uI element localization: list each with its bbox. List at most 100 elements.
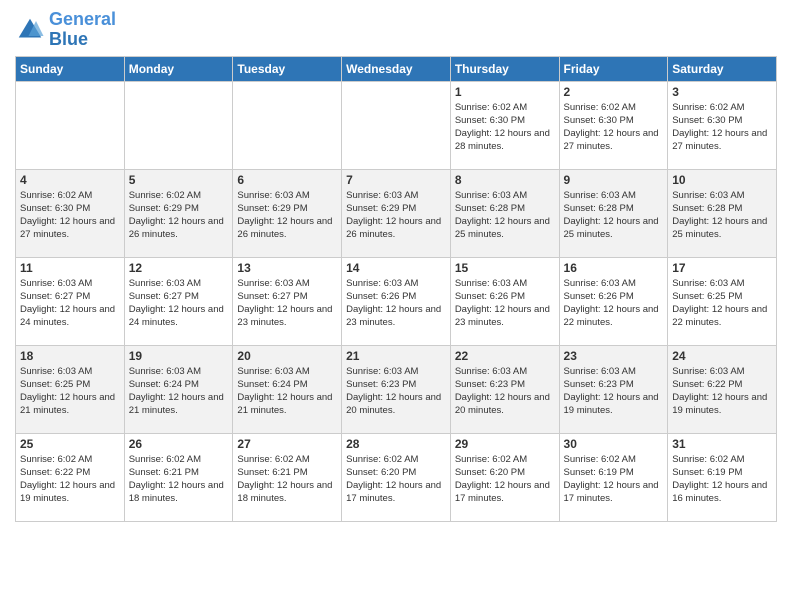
- calendar-cell: 13 Sunrise: 6:03 AMSunset: 6:27 PMDayligh…: [233, 257, 342, 345]
- logo-text: General Blue: [49, 10, 116, 50]
- day-info: Sunrise: 6:03 AMSunset: 6:29 PMDaylight:…: [346, 189, 446, 242]
- calendar-cell: 22 Sunrise: 6:03 AMSunset: 6:23 PMDayligh…: [450, 345, 559, 433]
- calendar-cell: 9 Sunrise: 6:03 AMSunset: 6:28 PMDaylight…: [559, 169, 668, 257]
- day-number: 29: [455, 437, 555, 451]
- day-info: Sunrise: 6:03 AMSunset: 6:29 PMDaylight:…: [237, 189, 337, 242]
- day-info: Sunrise: 6:03 AMSunset: 6:28 PMDaylight:…: [455, 189, 555, 242]
- calendar-cell: 15 Sunrise: 6:03 AMSunset: 6:26 PMDayligh…: [450, 257, 559, 345]
- calendar-cell: 3Sunrise: 6:02 AMSunset: 6:30 PMDaylight…: [668, 81, 777, 169]
- calendar-cell: 10 Sunrise: 6:03 AMSunset: 6:28 PMDayligh…: [668, 169, 777, 257]
- day-info: Sunrise: 6:03 AMSunset: 6:26 PMDaylight:…: [455, 277, 555, 330]
- day-number: 17: [672, 261, 772, 275]
- day-number: 30: [564, 437, 664, 451]
- day-number: 27: [237, 437, 337, 451]
- calendar-cell: 19 Sunrise: 6:03 AMSunset: 6:24 PMDayligh…: [124, 345, 233, 433]
- calendar-cell: 24 Sunrise: 6:03 AMSunset: 6:22 PMDayligh…: [668, 345, 777, 433]
- day-number: 2: [564, 85, 664, 99]
- calendar-cell: 4Sunrise: 6:02 AMSunset: 6:30 PMDaylight…: [16, 169, 125, 257]
- logo: General Blue: [15, 10, 116, 50]
- day-number: 25: [20, 437, 120, 451]
- day-info: Sunrise: 6:02 AMSunset: 6:22 PMDaylight:…: [20, 453, 120, 506]
- day-number: 3: [672, 85, 772, 99]
- calendar-cell: [233, 81, 342, 169]
- day-number: 15: [455, 261, 555, 275]
- day-info: Sunrise: 6:03 AMSunset: 6:26 PMDaylight:…: [564, 277, 664, 330]
- calendar-cell: 20 Sunrise: 6:03 AMSunset: 6:24 PMDayligh…: [233, 345, 342, 433]
- day-info: Sunrise: 6:03 AMSunset: 6:28 PMDaylight:…: [672, 189, 772, 242]
- calendar-cell: 17 Sunrise: 6:03 AMSunset: 6:25 PMDayligh…: [668, 257, 777, 345]
- day-info: Sunrise: 6:02 AMSunset: 6:20 PMDaylight:…: [455, 453, 555, 506]
- day-info: Sunrise: 6:03 AMSunset: 6:25 PMDaylight:…: [20, 365, 120, 418]
- day-number: 8: [455, 173, 555, 187]
- day-info: Sunrise: 6:02 AMSunset: 6:30 PMDaylight:…: [455, 101, 555, 154]
- day-number: 24: [672, 349, 772, 363]
- col-header-saturday: Saturday: [668, 56, 777, 81]
- day-info: Sunrise: 6:03 AMSunset: 6:24 PMDaylight:…: [129, 365, 229, 418]
- day-number: 11: [20, 261, 120, 275]
- day-number: 19: [129, 349, 229, 363]
- calendar-cell: 29 Sunrise: 6:02 AMSunset: 6:20 PMDayligh…: [450, 433, 559, 521]
- calendar-cell: [124, 81, 233, 169]
- col-header-friday: Friday: [559, 56, 668, 81]
- col-header-sunday: Sunday: [16, 56, 125, 81]
- calendar-cell: 27 Sunrise: 6:02 AMSunset: 6:21 PMDayligh…: [233, 433, 342, 521]
- day-info: Sunrise: 6:03 AMSunset: 6:24 PMDaylight:…: [237, 365, 337, 418]
- day-info: Sunrise: 6:02 AMSunset: 6:19 PMDaylight:…: [672, 453, 772, 506]
- calendar-table: SundayMondayTuesdayWednesdayThursdayFrid…: [15, 56, 777, 522]
- calendar-cell: [16, 81, 125, 169]
- day-number: 14: [346, 261, 446, 275]
- day-info: Sunrise: 6:03 AMSunset: 6:28 PMDaylight:…: [564, 189, 664, 242]
- day-number: 12: [129, 261, 229, 275]
- calendar-cell: 6 Sunrise: 6:03 AMSunset: 6:29 PMDaylight…: [233, 169, 342, 257]
- calendar-cell: 18 Sunrise: 6:03 AMSunset: 6:25 PMDayligh…: [16, 345, 125, 433]
- day-info: Sunrise: 6:03 AMSunset: 6:27 PMDaylight:…: [237, 277, 337, 330]
- day-number: 26: [129, 437, 229, 451]
- day-number: 9: [564, 173, 664, 187]
- col-header-wednesday: Wednesday: [342, 56, 451, 81]
- day-info: Sunrise: 6:02 AMSunset: 6:19 PMDaylight:…: [564, 453, 664, 506]
- calendar-cell: 12 Sunrise: 6:03 AMSunset: 6:27 PMDayligh…: [124, 257, 233, 345]
- day-number: 10: [672, 173, 772, 187]
- calendar-cell: 21 Sunrise: 6:03 AMSunset: 6:23 PMDayligh…: [342, 345, 451, 433]
- logo-icon: [15, 15, 45, 45]
- day-info: Sunrise: 6:03 AMSunset: 6:23 PMDaylight:…: [455, 365, 555, 418]
- calendar-cell: 31 Sunrise: 6:02 AMSunset: 6:19 PMDayligh…: [668, 433, 777, 521]
- calendar-cell: 26 Sunrise: 6:02 AMSunset: 6:21 PMDayligh…: [124, 433, 233, 521]
- calendar-cell: 2 Sunrise: 6:02 AMSunset: 6:30 PMDaylight…: [559, 81, 668, 169]
- calendar-cell: [342, 81, 451, 169]
- day-info: Sunrise: 6:03 AMSunset: 6:26 PMDaylight:…: [346, 277, 446, 330]
- day-number: 18: [20, 349, 120, 363]
- calendar-cell: 1Sunrise: 6:02 AMSunset: 6:30 PMDaylight…: [450, 81, 559, 169]
- day-info: Sunrise: 6:02 AMSunset: 6:21 PMDaylight:…: [129, 453, 229, 506]
- day-info: Sunrise: 6:03 AMSunset: 6:27 PMDaylight:…: [129, 277, 229, 330]
- day-info: Sunrise: 6:02 AMSunset: 6:30 PMDaylight:…: [564, 101, 664, 154]
- day-info: Sunrise: 6:02 AMSunset: 6:30 PMDaylight:…: [20, 189, 120, 242]
- day-number: 31: [672, 437, 772, 451]
- day-info: Sunrise: 6:02 AMSunset: 6:21 PMDaylight:…: [237, 453, 337, 506]
- calendar-cell: 30 Sunrise: 6:02 AMSunset: 6:19 PMDayligh…: [559, 433, 668, 521]
- day-number: 16: [564, 261, 664, 275]
- day-info: Sunrise: 6:02 AMSunset: 6:20 PMDaylight:…: [346, 453, 446, 506]
- day-number: 7: [346, 173, 446, 187]
- day-number: 5: [129, 173, 229, 187]
- calendar-cell: 16 Sunrise: 6:03 AMSunset: 6:26 PMDayligh…: [559, 257, 668, 345]
- day-info: Sunrise: 6:03 AMSunset: 6:23 PMDaylight:…: [346, 365, 446, 418]
- day-number: 23: [564, 349, 664, 363]
- calendar-cell: 7 Sunrise: 6:03 AMSunset: 6:29 PMDaylight…: [342, 169, 451, 257]
- day-number: 28: [346, 437, 446, 451]
- calendar-cell: 14 Sunrise: 6:03 AMSunset: 6:26 PMDayligh…: [342, 257, 451, 345]
- day-info: Sunrise: 6:03 AMSunset: 6:25 PMDaylight:…: [672, 277, 772, 330]
- day-number: 21: [346, 349, 446, 363]
- day-info: Sunrise: 6:02 AMSunset: 6:29 PMDaylight:…: [129, 189, 229, 242]
- day-number: 22: [455, 349, 555, 363]
- day-number: 13: [237, 261, 337, 275]
- col-header-tuesday: Tuesday: [233, 56, 342, 81]
- col-header-monday: Monday: [124, 56, 233, 81]
- day-number: 6: [237, 173, 337, 187]
- calendar-cell: 28 Sunrise: 6:02 AMSunset: 6:20 PMDayligh…: [342, 433, 451, 521]
- day-info: Sunrise: 6:03 AMSunset: 6:27 PMDaylight:…: [20, 277, 120, 330]
- day-number: 20: [237, 349, 337, 363]
- day-info: Sunrise: 6:03 AMSunset: 6:22 PMDaylight:…: [672, 365, 772, 418]
- calendar-cell: 25 Sunrise: 6:02 AMSunset: 6:22 PMDayligh…: [16, 433, 125, 521]
- col-header-thursday: Thursday: [450, 56, 559, 81]
